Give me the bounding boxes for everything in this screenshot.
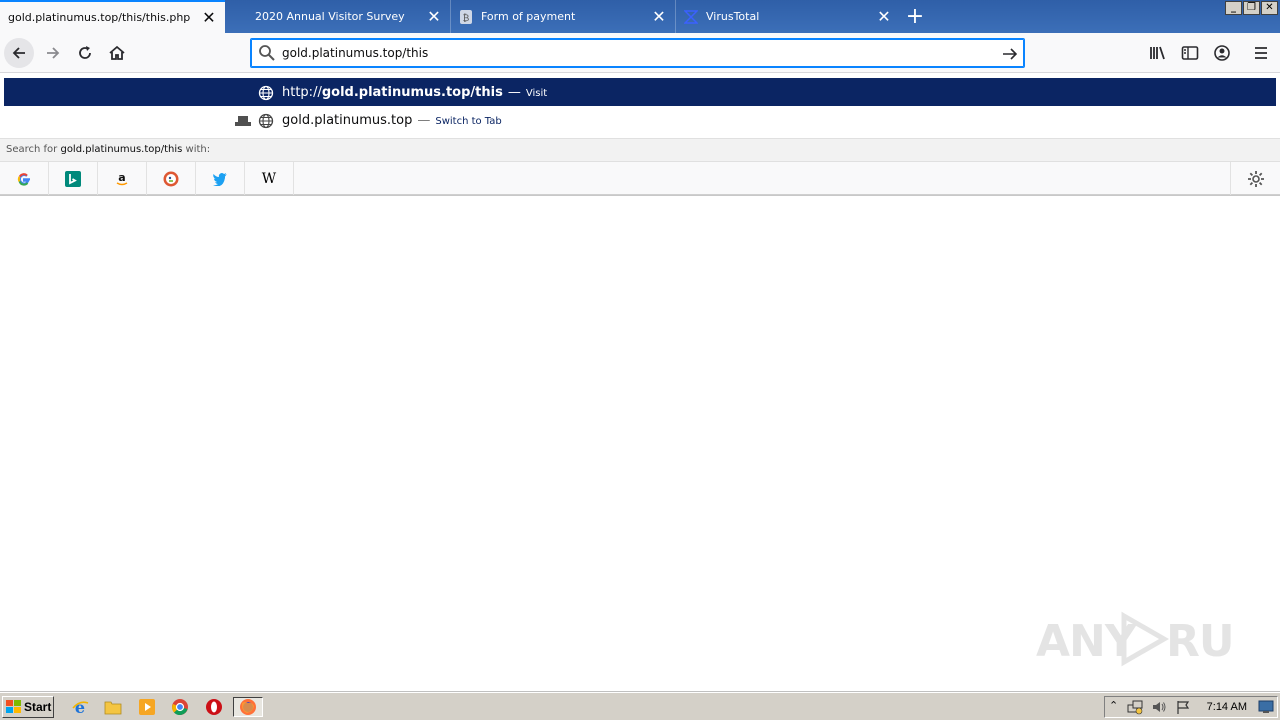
library-icon[interactable] (1143, 38, 1173, 68)
page-icon: ₿ (459, 9, 473, 24)
explorer-icon[interactable] (102, 697, 124, 717)
url-bar[interactable] (250, 38, 1025, 68)
show-hidden-icons-icon[interactable]: ⌃ (1109, 699, 1118, 712)
globe-icon (258, 113, 274, 132)
search-for-prefix: Search for (6, 144, 61, 155)
duckduckgo-icon[interactable] (147, 162, 196, 195)
url-input[interactable] (282, 43, 982, 63)
close-tab-icon[interactable]: ✕ (647, 5, 671, 29)
back-icon[interactable] (4, 38, 34, 68)
url-bold: gold.platinumus.top/this (321, 84, 503, 100)
svg-text:RUN: RUN (1166, 616, 1236, 667)
twitter-icon[interactable] (196, 162, 245, 195)
search-for-query: gold.platinumus.top/this (60, 144, 183, 155)
new-tab-icon[interactable]: + (900, 0, 930, 33)
google-icon[interactable] (0, 162, 49, 195)
tab-title: Form of payment (481, 10, 576, 23)
search-settings-gear-icon[interactable] (1230, 162, 1280, 195)
system-clock[interactable]: 7:14 AM (1207, 701, 1247, 713)
account-icon[interactable] (1207, 38, 1237, 68)
restore-icon[interactable]: ❐ (1243, 1, 1260, 15)
chrome-icon[interactable] (169, 697, 191, 717)
sidebar-icon[interactable] (1175, 38, 1205, 68)
switch-to-tab-action: Switch to Tab (435, 115, 502, 127)
minimize-icon[interactable]: _ (1225, 1, 1242, 15)
url-text: gold.platinumus.top (282, 112, 413, 128)
close-tab-icon[interactable]: ✕ (197, 6, 221, 30)
close-tab-icon[interactable]: ✕ (872, 5, 896, 29)
autocomplete-text: gold.platinumus.top — Switch to Tab (282, 113, 502, 128)
tab-switch-icon (235, 115, 251, 129)
opera-icon[interactable] (203, 697, 225, 717)
start-button[interactable]: Start (2, 696, 54, 718)
firefox-icon[interactable] (233, 697, 263, 717)
close-tab-icon[interactable]: ✕ (422, 5, 446, 29)
bing-icon[interactable] (49, 162, 98, 195)
network-icon[interactable] (1127, 699, 1143, 718)
url-autocomplete-dropdown: http://gold.platinumus.top/this — Visit go… (0, 74, 1280, 196)
windows-logo-icon (6, 700, 21, 713)
visit-action: Visit (525, 87, 548, 99)
search-icon (258, 44, 276, 65)
tab-gold-platinumus[interactable]: gold.platinumus.top/this/this.php ✕ (0, 0, 225, 33)
media-player-icon[interactable] (136, 697, 158, 717)
svg-text:₿: ₿ (463, 13, 470, 24)
tab-visitor-survey[interactable]: 2020 Annual Visitor Survey ✕ (225, 0, 450, 33)
tab-title: VirusTotal (706, 10, 760, 23)
tab-form-of-payment[interactable]: ₿ Form of payment ✕ (450, 0, 675, 33)
separator: — (417, 112, 431, 128)
search-for-suffix: with: (182, 144, 211, 155)
show-desktop-icon[interactable] (1258, 700, 1274, 717)
tab-virustotal[interactable]: VirusTotal ✕ (675, 0, 900, 33)
anyrun-watermark-logo: ANY RUN (1036, 606, 1236, 672)
tab-title: gold.platinumus.top/this/this.php (8, 11, 191, 24)
home-icon[interactable] (102, 38, 132, 68)
wikipedia-icon[interactable]: W (245, 162, 294, 195)
autocomplete-row-visit[interactable]: http://gold.platinumus.top/this — Visit (4, 78, 1276, 106)
system-tray: ⌃ 7:14 AM (1104, 696, 1278, 718)
forward-icon[interactable] (38, 38, 68, 68)
svg-text:e: e (75, 698, 85, 716)
navigation-toolbar (0, 33, 1280, 73)
globe-icon (258, 85, 274, 104)
volume-icon[interactable] (1151, 699, 1167, 718)
tab-strip: gold.platinumus.top/this/this.php ✕ 2020… (0, 0, 1280, 33)
action-center-flag-icon[interactable] (1175, 699, 1191, 718)
start-label: Start (24, 700, 52, 714)
autocomplete-row-switch-tab[interactable]: gold.platinumus.top — Switch to Tab (4, 106, 1276, 134)
virustotal-icon (684, 9, 698, 24)
windows-taskbar: Start e ⌃ 7:14 AM (0, 692, 1280, 720)
menu-icon[interactable] (1246, 38, 1276, 68)
close-window-icon[interactable]: ✕ (1261, 1, 1278, 15)
tab-title: 2020 Annual Visitor Survey (255, 10, 405, 23)
autocomplete-text: http://gold.platinumus.top/this — Visit (282, 85, 547, 100)
reload-icon[interactable] (70, 38, 100, 68)
ie-icon[interactable]: e (69, 697, 91, 717)
url-prefix: http:// (282, 84, 322, 100)
separator: — (507, 84, 521, 100)
search-for-label: Search for gold.platinumus.top/this with… (0, 138, 1280, 162)
go-arrow-icon[interactable] (1001, 43, 1019, 68)
search-engine-bar: a W (0, 162, 1280, 195)
amazon-icon[interactable]: a (98, 162, 147, 195)
svg-text:a: a (118, 171, 125, 184)
window-controls: _ ❐ ✕ (1225, 1, 1278, 15)
